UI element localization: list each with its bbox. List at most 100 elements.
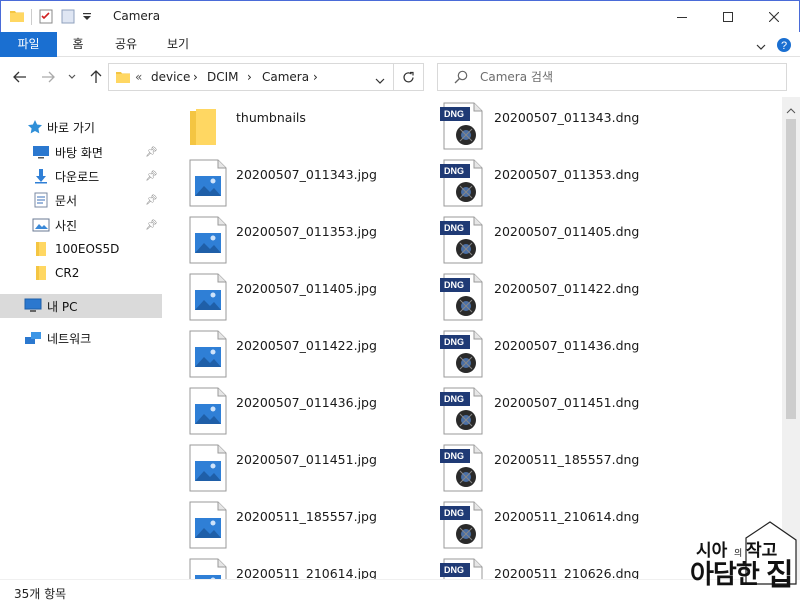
scroll-up-icon[interactable] bbox=[786, 103, 796, 117]
status-bar: 35개 항목 bbox=[0, 579, 800, 603]
watermark-logo: 시아 의 작고 아담한 집 bbox=[688, 516, 800, 593]
list-item[interactable]: 20200507_011405.jpg bbox=[186, 268, 426, 325]
vertical-scrollbar[interactable] bbox=[782, 97, 800, 579]
image-file-icon bbox=[186, 158, 236, 208]
dng-badge: DNG bbox=[444, 109, 464, 119]
list-item[interactable]: 20200511_185557.jpg bbox=[186, 496, 426, 553]
list-item[interactable]: DNG 20200511_185557.dng bbox=[438, 439, 698, 496]
list-item[interactable]: 20200507_011436.jpg bbox=[186, 382, 426, 439]
close-button[interactable] bbox=[751, 1, 797, 32]
recent-locations-button[interactable] bbox=[62, 67, 82, 87]
dng-badge: DNG bbox=[444, 508, 464, 518]
dng-badge: DNG bbox=[444, 223, 464, 233]
item-count: 35개 항목 bbox=[14, 587, 67, 601]
refresh-button[interactable] bbox=[394, 63, 424, 91]
close-icon bbox=[769, 11, 779, 22]
properties-icon[interactable] bbox=[38, 8, 54, 27]
list-item[interactable]: DNG 20200511_210614.dng bbox=[438, 496, 698, 553]
customize-toolbar-icon[interactable] bbox=[82, 11, 92, 24]
breadcrumb-camera[interactable]: Camera bbox=[262, 70, 309, 84]
toolbar-divider bbox=[31, 9, 32, 25]
sidebar-item-100eos5d[interactable]: 100EOS5D bbox=[0, 237, 162, 261]
pin-icon[interactable]: 📌︎ bbox=[145, 147, 158, 158]
list-item[interactable]: 20200507_011451.jpg bbox=[186, 439, 426, 496]
refresh-icon bbox=[403, 71, 414, 82]
arrow-left-icon bbox=[13, 71, 26, 83]
svg-text:?: ? bbox=[781, 40, 787, 52]
file-list: thumbnails 20200507_011343.jpg 20200507_… bbox=[162, 97, 782, 579]
dng-badge: DNG bbox=[444, 337, 464, 347]
network-icon bbox=[24, 330, 42, 346]
up-button[interactable] bbox=[86, 67, 106, 87]
breadcrumb-device[interactable]: device bbox=[151, 70, 190, 84]
sidebar-item-quick-access[interactable]: 바로 가기 bbox=[0, 115, 162, 139]
breadcrumb-separator-icon[interactable]: › bbox=[247, 70, 252, 84]
back-button[interactable] bbox=[10, 67, 30, 87]
search-box[interactable] bbox=[437, 63, 787, 91]
address-row: « device › DCIM › Camera › bbox=[0, 57, 800, 97]
maximize-button[interactable] bbox=[705, 1, 751, 32]
dng-badge: DNG bbox=[444, 280, 464, 290]
dng-badge: DNG bbox=[444, 565, 464, 575]
sidebar-item-downloads[interactable]: 다운로드 📌︎ bbox=[0, 164, 162, 188]
search-icon bbox=[454, 70, 468, 87]
breadcrumb-dcim[interactable]: DCIM bbox=[207, 70, 239, 84]
list-item[interactable]: DNG 20200507_011353.dng bbox=[438, 154, 698, 211]
ribbon-controls: ? bbox=[756, 37, 792, 56]
sidebar-item-cr2[interactable]: CR2 bbox=[0, 261, 162, 285]
scrollbar-thumb[interactable] bbox=[786, 119, 796, 419]
new-folder-icon[interactable] bbox=[60, 8, 76, 27]
breadcrumb-separator-icon[interactable]: › bbox=[193, 70, 198, 84]
image-file-icon bbox=[186, 272, 236, 322]
computer-icon bbox=[24, 298, 42, 314]
list-item[interactable]: 20200507_011353.jpg bbox=[186, 211, 426, 268]
folder-icon bbox=[186, 101, 236, 151]
list-item[interactable]: DNG 20200507_011343.dng bbox=[438, 97, 698, 154]
list-item[interactable]: 20200507_011422.jpg bbox=[186, 325, 426, 382]
search-input[interactable] bbox=[480, 69, 770, 85]
image-file-icon bbox=[186, 329, 236, 379]
minimize-button[interactable] bbox=[659, 1, 705, 32]
desktop-icon bbox=[32, 144, 50, 160]
download-icon bbox=[32, 168, 50, 184]
help-icon[interactable]: ? bbox=[776, 37, 792, 56]
list-item[interactable]: 20200507_011343.jpg bbox=[186, 154, 426, 211]
list-item[interactable]: DNG 20200507_011422.dng bbox=[438, 268, 698, 325]
breadcrumb-separator-icon[interactable]: › bbox=[313, 70, 318, 84]
tab-home[interactable]: 홈 bbox=[62, 32, 94, 57]
list-item[interactable]: DNG 20200507_011405.dng bbox=[438, 211, 698, 268]
list-item[interactable]: 20200511_210614.jpg bbox=[186, 553, 426, 579]
address-dropdown-button[interactable] bbox=[375, 74, 385, 88]
quick-access-toolbar bbox=[9, 7, 92, 27]
minimize-icon bbox=[677, 16, 687, 18]
breadcrumb-overflow[interactable]: « bbox=[135, 70, 142, 84]
maximize-icon bbox=[723, 11, 733, 22]
tab-file[interactable]: 파일 bbox=[0, 32, 57, 57]
list-item[interactable]: DNG 20200507_011436.dng bbox=[438, 325, 698, 382]
sidebar-item-desktop[interactable]: 바탕 화면 📌︎ bbox=[0, 140, 162, 164]
chevron-down-icon bbox=[375, 78, 385, 84]
image-file-icon bbox=[186, 500, 236, 550]
dng-badge: DNG bbox=[444, 394, 464, 404]
list-item[interactable]: DNG 20200507_011451.dng bbox=[438, 382, 698, 439]
address-bar[interactable]: « device › DCIM › Camera › bbox=[108, 63, 394, 91]
pin-icon[interactable]: 📌︎ bbox=[145, 195, 158, 206]
star-icon bbox=[26, 119, 44, 135]
pin-icon[interactable]: 📌︎ bbox=[145, 171, 158, 182]
folder-icon bbox=[32, 265, 50, 281]
image-file-icon bbox=[186, 443, 236, 493]
expand-ribbon-icon[interactable] bbox=[756, 40, 766, 54]
list-item[interactable]: DNG 20200511_210626.dng bbox=[438, 553, 698, 579]
image-file-icon bbox=[186, 557, 236, 579]
dng-badge: DNG bbox=[444, 451, 464, 461]
sidebar-item-network[interactable]: 네트워크 bbox=[0, 326, 162, 350]
folder-icon[interactable] bbox=[9, 8, 25, 27]
tab-share[interactable]: 공유 bbox=[108, 32, 144, 57]
pin-icon[interactable]: 📌︎ bbox=[145, 220, 158, 231]
list-item[interactable]: thumbnails bbox=[186, 97, 426, 154]
sidebar-item-this-pc[interactable]: 내 PC bbox=[0, 294, 162, 318]
forward-button[interactable] bbox=[38, 67, 58, 87]
tab-view[interactable]: 보기 bbox=[160, 32, 196, 57]
sidebar-item-documents[interactable]: 문서 📌︎ bbox=[0, 188, 162, 212]
sidebar-item-pictures[interactable]: 사진 📌︎ bbox=[0, 213, 162, 237]
